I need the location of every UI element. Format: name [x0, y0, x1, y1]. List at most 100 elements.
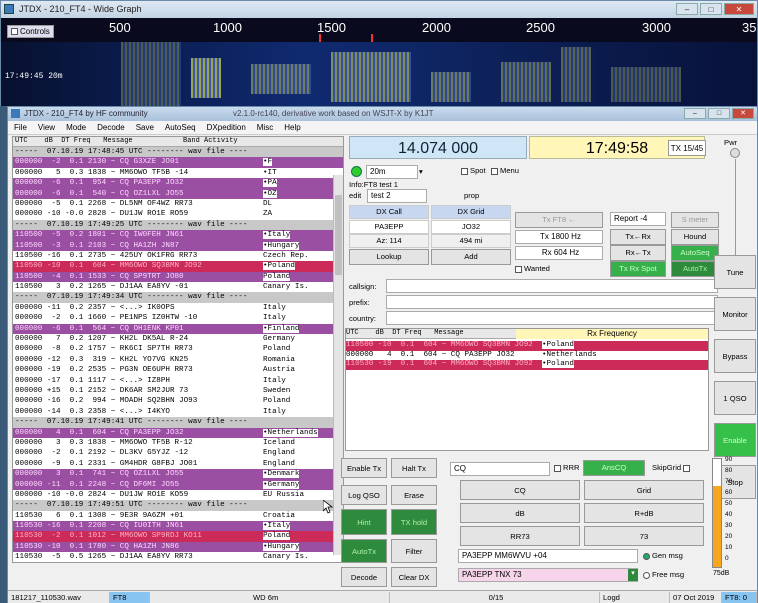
- cq-button[interactable]: CQ: [460, 480, 580, 500]
- menu-file[interactable]: File: [8, 121, 32, 132]
- erase-button[interactable]: Erase: [391, 485, 437, 505]
- tx-rx-spot-button[interactable]: Tx Rx Spot: [610, 261, 666, 277]
- menu-save[interactable]: Save: [130, 121, 159, 132]
- rr73-button[interactable]: RR73: [460, 526, 580, 546]
- wide-graph-titlebar[interactable]: JTDX - 210_FT4 - Wide Graph – □ ✕: [1, 1, 757, 18]
- db-button[interactable]: dB: [460, 503, 580, 523]
- rx-decode-row[interactable]: 110530 -19 0.1 604 ~ MM6OWO SQ3BMN JO92 •…: [346, 360, 708, 370]
- decode-row[interactable]: 110530 -5 0.5 1265 ~ DJ1AA EA8YV RR73 Can…: [13, 552, 343, 562]
- rx-decode-row[interactable]: 000000 4 0.1 604 ~ CQ PA3EPP JO32 •Nether…: [346, 350, 708, 361]
- prefix-field[interactable]: [386, 295, 718, 309]
- decode-row[interactable]: 000000 -2 0.1 1660 ~ PE1NPS IZ0HTW -10 It…: [13, 313, 343, 323]
- power-slider-track[interactable]: [735, 159, 736, 259]
- spot-checkbox[interactable]: Spot: [461, 166, 486, 175]
- close-button[interactable]: ✕: [724, 3, 754, 15]
- decode-row[interactable]: 000000 +15 0.1 2152 ~ DK6AR SM2JUR 73 Swe…: [13, 386, 343, 396]
- rx-frequency[interactable]: Rx 604 Hz: [515, 246, 603, 260]
- decode-row[interactable]: 110500 -4 0.1 1533 ~ CQ SP9TRT JO80 Polan…: [13, 271, 343, 283]
- menu-misc[interactable]: Misc: [251, 121, 278, 132]
- decode-row[interactable]: 000000 -10 -0.0 2828 ~ DU1JW RO1E RO59 ZA: [13, 209, 343, 219]
- decode-row[interactable]: 000000 -11 0.2 2357 ~ <...> IK0OPS Italy: [13, 303, 343, 313]
- seventy-three-button[interactable]: 73: [584, 526, 704, 546]
- menu-help[interactable]: Help: [278, 121, 305, 132]
- scrollbar-thumb[interactable]: [335, 195, 342, 275]
- rrr-checkbox[interactable]: RRR: [554, 463, 579, 472]
- decode-row[interactable]: 110530 6 0.1 1308 ~ 9E3R 9A6ZM +01 Croati…: [13, 511, 343, 521]
- r-db-button[interactable]: R+dB: [584, 503, 704, 523]
- waterfall-display[interactable]: [1, 42, 757, 106]
- dx-grid-input[interactable]: JO32: [431, 220, 511, 234]
- menu-mode[interactable]: Mode: [60, 121, 91, 132]
- tx-from-rx-button[interactable]: Tx←Rx: [610, 229, 666, 245]
- decode-row[interactable]: 110530 -2 0.1 1012 ~ MM6OWO SP9RDJ KO11 P…: [13, 531, 343, 542]
- band-activity-list[interactable]: ----- 07.10.19 17:48:45 UTC -------- wav…: [13, 147, 343, 562]
- decode-row[interactable]: 000000 3 0.1 741 ~ CQ OZ1LXL JO55 •Denmar…: [13, 469, 343, 480]
- menu-checkbox[interactable]: Menu: [491, 166, 519, 175]
- cq-message-input[interactable]: CQ: [450, 462, 550, 476]
- decode-row[interactable]: 110530 -10 0.1 1780 ~ CQ HA1ZH JN86 •Hung…: [13, 541, 343, 553]
- main-titlebar[interactable]: JTDX - 210_FT4 by HF community v2.1.0-rc1…: [8, 107, 757, 121]
- dx-call-input[interactable]: PA3EPP: [349, 220, 429, 234]
- decode-row[interactable]: 000000 -19 0.2 2535 ~ PG3N OE6UPH RR73 Au…: [13, 365, 343, 375]
- decode-row[interactable]: 000000 -2 0.1 2130 ~ CQ G3XZE JO01 •F: [13, 157, 343, 168]
- maximize-button[interactable]: □: [700, 3, 722, 15]
- anscq-button[interactable]: AnsCQ: [583, 460, 645, 476]
- auto-tx-bottom-button[interactable]: AutoTx: [341, 539, 387, 563]
- period-separator[interactable]: ----- 07.10.19 17:49:25 UTC -------- wav…: [13, 219, 343, 231]
- decode-row[interactable]: 000000 -9 0.1 2331 ~ GM4HDR G8FBJ JO01 En…: [13, 459, 343, 469]
- enable-tx-button[interactable]: Enable Tx: [341, 458, 387, 478]
- decode-row[interactable]: 000000 4 0.1 604 ~ CQ PA3EPP JO32 •Nether…: [13, 427, 343, 438]
- lookup-button[interactable]: Lookup: [349, 249, 429, 265]
- decode-row[interactable]: 000000 -11 0.1 2248 ~ CQ DF6MI JO55 •Germ…: [13, 479, 343, 490]
- add-button[interactable]: Add: [431, 249, 511, 265]
- rx-decode-row[interactable]: 110500 -10 0.1 604 ~ MM6OWO SQ3BMN JO92 •…: [346, 341, 708, 351]
- menu-dxpedition[interactable]: DXpedition: [201, 121, 251, 132]
- tx-hold-button[interactable]: TX hold: [391, 509, 437, 535]
- skipgrid-checkbox[interactable]: SkipGrid: [652, 463, 692, 472]
- decode-row[interactable]: 000000 -5 0.1 2268 ~ DL5NM OF4WZ RR73 DL: [13, 199, 343, 209]
- band-activity-panel[interactable]: UTC dB DT Freq Message Band Activity ---…: [12, 136, 344, 563]
- period-separator[interactable]: ----- 07.10.19 17:49:51 UTC -------- wav…: [13, 500, 343, 511]
- generated-message-field[interactable]: PA3EPP MM6WVU +04: [458, 549, 638, 563]
- decode-row[interactable]: 110530 -16 0.1 2208 ~ CQ IU0ITH JN61 •Ita…: [13, 521, 343, 532]
- tx-frequency[interactable]: Tx 1800 Hz: [515, 230, 603, 244]
- tx-ft8-button[interactable]: Tx FT8 ←: [515, 212, 603, 228]
- tune-button[interactable]: Tune: [714, 255, 756, 289]
- decode-row[interactable]: 000000 -8 0.2 1757 ~ RK6CI SP7TH RR73 Pol…: [13, 344, 343, 354]
- bypass-button[interactable]: Bypass: [714, 339, 756, 373]
- chevron-down-icon[interactable]: ▾: [419, 167, 423, 176]
- report-spinner[interactable]: Report -4: [610, 212, 666, 226]
- menu-decode[interactable]: Decode: [91, 121, 130, 132]
- decode-row[interactable]: 000000 -10 -0.0 2824 ~ DU1JW RO1E KO59 EU…: [13, 490, 343, 500]
- menu-autoseq[interactable]: AutoSeq: [159, 121, 201, 132]
- controls-checkbox[interactable]: Controls: [7, 25, 54, 38]
- power-slider-knob[interactable]: [730, 148, 740, 158]
- decode-row[interactable]: 110500 -10 0.1 604 ~ MM6OWO SQ3BMN JO92 •…: [13, 261, 343, 272]
- decode-row[interactable]: 110500 -16 0.1 2735 ~ 425UY OK1FRG RR73 C…: [13, 251, 343, 261]
- hint-button[interactable]: Hint: [341, 509, 387, 535]
- decode-row[interactable]: 000000 -6 0.1 564 ~ CQ OH1ENK KP01 •Finla…: [13, 323, 343, 335]
- decode-row[interactable]: 000000 -17 0.1 1117 ~ <...> IZ8PH Italy: [13, 376, 343, 386]
- minimize-button[interactable]: –: [676, 3, 698, 15]
- decode-row[interactable]: 000000 -6 0.1 954 ~ CQ PA3EPP JO32 •PA: [13, 178, 343, 189]
- halt-tx-button[interactable]: Halt Tx: [391, 458, 437, 478]
- decode-row[interactable]: 000000 -14 0.3 2358 ~ <...> I4KYO Italy: [13, 407, 343, 417]
- log-qso-button[interactable]: Log QSO: [341, 485, 387, 505]
- period-separator[interactable]: ----- 07.10.19 17:49:34 UTC -------- wav…: [13, 292, 343, 303]
- period-separator[interactable]: ----- 07.10.19 17:49:41 UTC -------- wav…: [13, 417, 343, 428]
- period-separator[interactable]: ----- 07.10.19 17:48:45 UTC -------- wav…: [13, 147, 343, 158]
- one-qso-button[interactable]: 1 QSO: [714, 381, 756, 415]
- chevron-down-icon[interactable]: ▾: [628, 569, 638, 581]
- decode-row[interactable]: 110500 -5 0.2 1801 ~ CQ IW0FEH JN61 •Ital…: [13, 230, 343, 241]
- decode-row[interactable]: 000000 7 0.2 1207 ~ KH2L DK5AL R-24 Germa…: [13, 334, 343, 344]
- filter-button[interactable]: Filter: [391, 539, 437, 563]
- gen-msg-radio[interactable]: Gen msg: [643, 551, 683, 560]
- decode-row[interactable]: 110500 3 0.2 1265 ~ DJ1AA EA8YV -01 Canar…: [13, 282, 343, 292]
- tx-period-button[interactable]: TX 15/45: [668, 140, 706, 156]
- edit-field[interactable]: test 2: [367, 189, 427, 203]
- enable-button[interactable]: Enable: [714, 423, 756, 457]
- decode-row[interactable]: 000000 -16 0.2 994 ~ MOADH SQ2BHN JO93 Po…: [13, 396, 343, 406]
- callsign-field[interactable]: [386, 279, 718, 293]
- decode-row[interactable]: 000000 5 0.3 1838 ~ MM6OWO TF5B -14 •IT: [13, 168, 343, 178]
- decode-row[interactable]: 000000 -6 0.1 540 ~ CQ OZ1LXL JO55 •OZ: [13, 188, 343, 199]
